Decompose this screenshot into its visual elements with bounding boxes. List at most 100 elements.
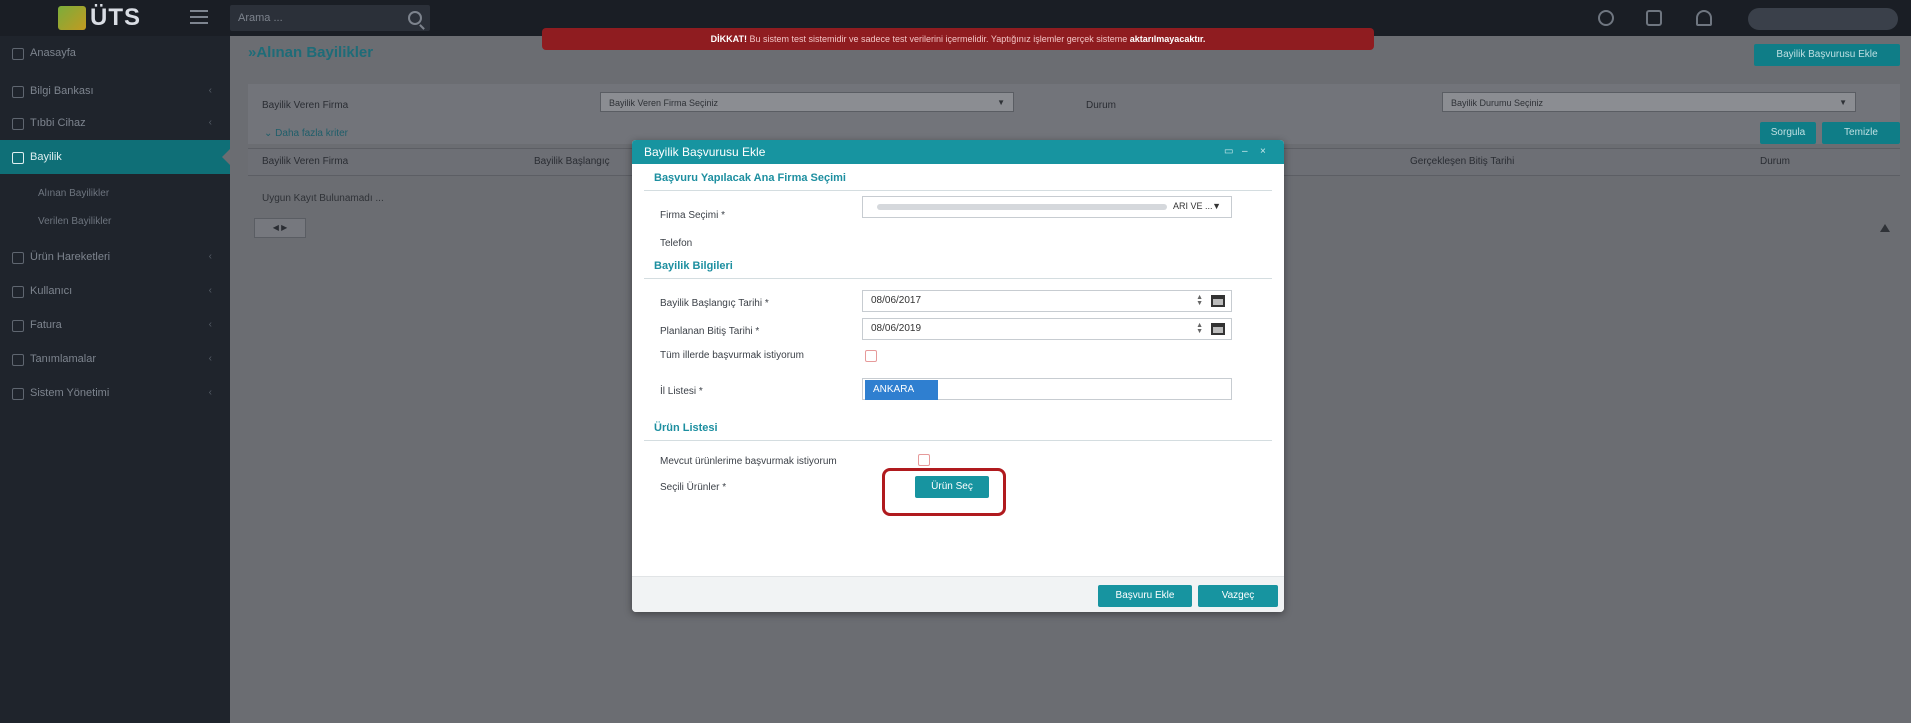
all-cities-checkbox[interactable] xyxy=(865,350,877,362)
telefon-label: Telefon xyxy=(660,238,693,249)
section-title-bayilik: Bayilik Bilgileri xyxy=(654,260,733,272)
spinner-icon[interactable]: ▲ ▼ xyxy=(1196,322,1203,335)
divider xyxy=(644,278,1272,279)
all-cities-label: Tüm illerde başvurmak istiyorum xyxy=(660,350,804,361)
maximize-icon[interactable]: ▭ xyxy=(1224,146,1233,157)
sidebar-item-sistem-yonetimi[interactable]: Sistem Yönetimi ‹ xyxy=(0,376,230,410)
city-list-label: İl Listesi * xyxy=(660,386,703,397)
firma-filter-placeholder: Bayilik Veren Firma Seçiniz xyxy=(609,98,719,108)
warning-prefix: DİKKAT! xyxy=(710,34,747,44)
end-date-input[interactable]: 08/06/2019 ▲ ▼ xyxy=(862,318,1232,340)
durum-filter-placeholder: Bayilik Durumu Seçiniz xyxy=(1451,98,1544,108)
chevron-left-icon: ‹ xyxy=(208,251,212,262)
chevron-left-icon: ‹ xyxy=(208,387,212,398)
firma-value-tail: ARI VE ... xyxy=(1173,201,1213,211)
sidebar-item-urun-hareketleri[interactable]: Ürün Hareketleri ‹ xyxy=(0,240,230,274)
spinner-icon[interactable]: ▲ ▼ xyxy=(1196,294,1203,307)
clock-icon[interactable] xyxy=(1598,10,1614,26)
more-criteria-link[interactable]: ⌄ Daha fazla kriter xyxy=(264,128,348,139)
start-date-label: Bayilik Başlangıç Tarihi * xyxy=(660,298,769,309)
firma-select[interactable]: ARI VE ... ▼ xyxy=(862,196,1232,218)
dialog-footer: Başvuru Ekle Vazgeç xyxy=(632,576,1284,612)
submit-application-button[interactable]: Başvuru Ekle xyxy=(1098,585,1192,607)
close-icon[interactable]: × xyxy=(1260,146,1266,157)
uts-logo[interactable]: ÜTS xyxy=(58,4,178,32)
chevron-left-icon: ‹ xyxy=(208,117,212,128)
device-icon xyxy=(12,118,24,130)
user-icon xyxy=(12,286,24,298)
column-header[interactable]: Durum xyxy=(1760,156,1790,167)
caret-down-icon: ▼ xyxy=(997,98,1005,107)
chevron-left-icon: ‹ xyxy=(208,85,212,96)
start-date-input[interactable]: 08/06/2017 ▲ ▼ xyxy=(862,290,1232,312)
exchange-icon xyxy=(12,252,24,264)
select-product-highlight xyxy=(882,468,1006,516)
cancel-button[interactable]: Vazgeç xyxy=(1198,585,1278,607)
search-button[interactable]: Sorgula xyxy=(1760,122,1816,144)
warning-text: Bu sistem test sistemidir ve sadece test… xyxy=(746,34,1130,44)
durum-filter-select[interactable]: Bayilik Durumu Seçiniz ▼ xyxy=(1442,92,1856,112)
briefcase-icon[interactable] xyxy=(1646,10,1662,26)
section-title-urun: Ürün Listesi xyxy=(654,422,718,434)
minimize-icon[interactable]: – xyxy=(1242,146,1248,157)
city-tag[interactable]: ANKARA xyxy=(865,380,939,400)
divider xyxy=(644,190,1272,191)
warning-suffix: aktarılmayacaktır. xyxy=(1129,34,1206,44)
tag-icon xyxy=(12,354,24,366)
sidebar: Anasayfa Bilgi Bankası ‹ Tıbbi Cihaz ‹ Bay… xyxy=(0,36,230,723)
sidebar-subitem-alinan-bayilikler[interactable]: Alınan Bayilikler xyxy=(38,188,109,199)
test-system-warning: DİKKAT! Bu sistem test sistemidir ve sad… xyxy=(542,28,1374,50)
dialog-title: Bayilik Başvurusu Ekle xyxy=(644,145,766,159)
sidebar-item-tibbi-cihaz[interactable]: Tıbbi Cihaz ‹ xyxy=(0,106,230,140)
search-input[interactable]: Arama ... xyxy=(230,5,430,31)
logo-text: ÜTS xyxy=(90,4,141,31)
chevron-down-icon: ⌄ xyxy=(264,128,276,139)
firma-label: Firma Seçimi * xyxy=(660,210,726,221)
start-date-value: 08/06/2017 xyxy=(871,295,922,306)
sidebar-subitem-verilen-bayilikler[interactable]: Verilen Bayilikler xyxy=(38,216,111,227)
info-icon xyxy=(12,86,24,98)
page-title: »Alınan Bayilikler xyxy=(248,44,374,61)
calendar-icon[interactable] xyxy=(1211,295,1225,307)
firma-value-redacted xyxy=(877,204,1167,210)
sidebar-item-tanimlamalar[interactable]: Tanımlamalar ‹ xyxy=(0,342,230,376)
end-date-label: Planlanan Bitiş Tarihi * xyxy=(660,326,760,337)
sidebar-item-bayilik[interactable]: Bayilik xyxy=(0,140,230,174)
section-title-firma: Başvuru Yapılacak Ana Firma Seçimi xyxy=(654,172,846,184)
menu-toggle-icon[interactable] xyxy=(190,10,208,24)
calendar-icon[interactable] xyxy=(1211,323,1225,335)
caret-down-icon: ▼ xyxy=(1212,201,1221,211)
dialog-header: Bayilik Başvurusu Ekle ▭ – × xyxy=(632,140,1284,164)
wrench-icon xyxy=(12,388,24,400)
user-menu[interactable] xyxy=(1748,8,1898,30)
end-date-value: 08/06/2019 xyxy=(871,323,922,334)
scroll-top-icon[interactable] xyxy=(1880,224,1890,232)
sidebar-item-kullanici[interactable]: Kullanıcı ‹ xyxy=(0,274,230,308)
firma-filter-select[interactable]: Bayilik Veren Firma Seçiniz ▼ xyxy=(600,92,1014,112)
column-header[interactable]: Bayilik Başlangıç xyxy=(534,156,610,167)
selected-products-label: Seçili Ürünler * xyxy=(660,482,727,493)
table-pager[interactable]: ◀ ▶ xyxy=(254,218,306,238)
existing-products-checkbox[interactable] xyxy=(918,454,930,466)
logo-mark-icon xyxy=(58,6,86,30)
caret-down-icon: ▼ xyxy=(1839,98,1847,107)
search-icon[interactable] xyxy=(408,11,422,25)
existing-products-label: Mevcut ürünlerime başvurmak istiyorum xyxy=(660,456,837,467)
add-dealership-button[interactable]: Bayilik Başvurusu Ekle xyxy=(1754,44,1900,66)
home-icon xyxy=(12,48,24,60)
key-icon xyxy=(12,152,24,164)
sidebar-item-bilgi-bankasi[interactable]: Bilgi Bankası ‹ xyxy=(0,74,230,108)
durum-filter-label: Durum xyxy=(1086,100,1117,111)
invoice-icon xyxy=(12,320,24,332)
city-tag-label: ANKARA xyxy=(873,384,915,395)
sidebar-item-fatura[interactable]: Fatura ‹ xyxy=(0,308,230,342)
column-header[interactable]: Gerçekleşen Bitiş Tarihi xyxy=(1410,156,1514,167)
clear-button[interactable]: Temizle xyxy=(1822,122,1900,144)
column-header[interactable]: Bayilik Veren Firma xyxy=(262,156,348,167)
bell-icon[interactable] xyxy=(1696,10,1712,26)
search-placeholder: Arama ... xyxy=(238,12,283,24)
sidebar-item-anasayfa[interactable]: Anasayfa xyxy=(0,36,230,70)
divider xyxy=(644,440,1272,441)
chevron-left-icon: ‹ xyxy=(208,353,212,364)
empty-table-message: Uygun Kayıt Bulunamadı ... xyxy=(262,193,384,204)
